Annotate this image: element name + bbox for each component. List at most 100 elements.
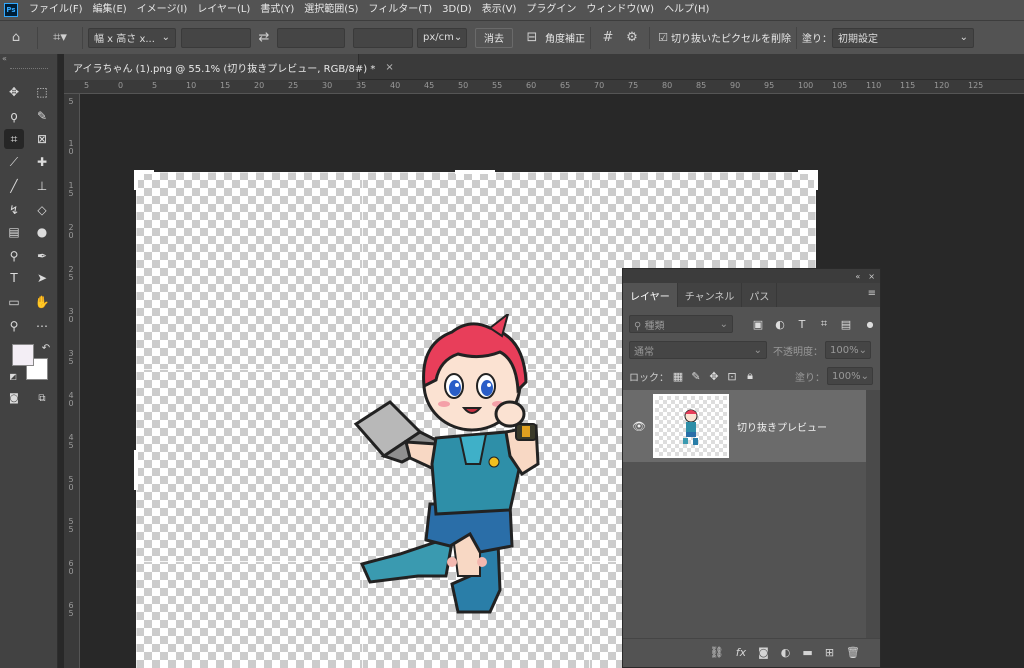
fx-icon[interactable]: fx	[736, 646, 746, 659]
menu-window[interactable]: ウィンドウ(W)	[581, 0, 659, 20]
swap-icon[interactable]: ⇄	[251, 30, 277, 45]
adjustment-filter-icon[interactable]: ◐	[771, 318, 789, 331]
swap-colors-icon[interactable]: ↶	[36, 338, 56, 358]
tab-channels[interactable]: チャンネル	[678, 283, 743, 307]
smart-object-filter-icon[interactable]: ▤	[837, 318, 855, 331]
panel-grip[interactable]	[10, 68, 48, 71]
brush-tool-icon[interactable]: ╱	[4, 176, 24, 196]
layer-kind-filter[interactable]: ⚲ 種類 ⌄	[629, 315, 733, 333]
foreground-color-swatch[interactable]	[12, 344, 34, 366]
height-input[interactable]	[277, 27, 345, 48]
ratio-select-value: 幅 x 高さ x...	[94, 34, 155, 45]
gradient-tool-icon[interactable]: ▤	[4, 222, 24, 242]
options-bar: ⌂ ⌗▾ 幅 x 高さ x... ⌄ ⇄ px/cm ⌄ 消去 ⊟ 角度補正 # ⚙…	[0, 20, 1024, 54]
clear-button[interactable]: 消去	[475, 27, 513, 48]
tab-paths[interactable]: パス	[742, 283, 778, 307]
menu-image[interactable]: イメージ(I)	[132, 0, 193, 20]
menu-filter[interactable]: フィルター(T)	[363, 0, 437, 20]
filter-toggle-icon[interactable]: ●	[861, 320, 879, 329]
eye-icon[interactable]: 👁︎	[632, 420, 646, 433]
adjustment-layer-icon[interactable]: ◐	[781, 646, 791, 659]
menu-plugins[interactable]: プラグイン	[521, 0, 581, 20]
pixel-filter-icon[interactable]: ▣	[749, 318, 767, 331]
type-filter-icon[interactable]: T	[793, 318, 811, 331]
ruler-tick-label: 125	[968, 81, 984, 90]
more-tools-icon[interactable]: ⋯	[32, 316, 52, 336]
resolution-input[interactable]	[353, 27, 413, 48]
straighten-icon[interactable]: ⊟	[519, 30, 545, 45]
eyedropper-tool-icon[interactable]: ⟋	[4, 152, 24, 172]
trash-icon[interactable]: 🗑︎	[846, 646, 860, 659]
lasso-tool-icon[interactable]: ϙ	[4, 106, 24, 126]
unit-select[interactable]: px/cm ⌄	[417, 27, 467, 48]
layer-thumbnail[interactable]	[653, 394, 729, 458]
blend-mode-select[interactable]: 通常 ⌄	[629, 341, 767, 359]
shape-filter-icon[interactable]: ⌗	[815, 317, 833, 331]
quick-select-tool-icon[interactable]: ✎	[32, 106, 52, 126]
eraser-tool-icon[interactable]: ◇	[32, 200, 52, 220]
close-icon[interactable]: ×	[868, 272, 875, 281]
quick-mask-icon[interactable]: ◙	[4, 388, 24, 408]
ruler-tick-label: 6 0	[68, 559, 74, 576]
blur-tool-icon[interactable]: ●	[32, 222, 52, 242]
menu-help[interactable]: ヘルプ(H)	[659, 0, 714, 20]
panel-menu-icon[interactable]: ≡	[868, 288, 876, 299]
fill-input[interactable]: 100% ⌄	[827, 367, 873, 385]
lock-image-icon[interactable]: ✎	[687, 370, 705, 383]
screen-mode-icon[interactable]: ⧉	[32, 388, 52, 408]
tab-layers[interactable]: レイヤー	[623, 283, 678, 307]
layers-scrollbar[interactable]	[866, 390, 880, 638]
vertical-ruler[interactable]: 5 1 0 1 5 2 0 2 5 3 0 3 5 4 0 4 5 5 0 5 5 6 0 6 5	[64, 94, 80, 668]
lock-transparency-icon[interactable]: ▦	[669, 370, 687, 383]
marquee-tool-icon[interactable]: ⬚	[32, 82, 52, 102]
width-input[interactable]	[181, 27, 251, 48]
menu-edit[interactable]: 編集(E)	[88, 0, 132, 20]
menu-file[interactable]: ファイル(F)	[24, 0, 88, 20]
ruler-tick-label: 80	[662, 81, 673, 90]
path-select-tool-icon[interactable]: ➤	[32, 268, 52, 288]
move-tool-icon[interactable]: ✥	[4, 82, 24, 102]
clone-stamp-tool-icon[interactable]: ⊥	[32, 176, 52, 196]
fill-select[interactable]: 初期設定 ⌄	[832, 27, 974, 48]
menu-select[interactable]: 選択範囲(S)	[299, 0, 363, 20]
menu-layer[interactable]: レイヤー(L)	[192, 0, 255, 20]
delete-cropped-label[interactable]: 切り抜いたピクセルを削除	[671, 30, 791, 45]
straighten-label[interactable]: 角度補正	[545, 30, 585, 45]
menu-type[interactable]: 書式(Y)	[255, 0, 299, 20]
hand-tool-icon[interactable]: ✋	[32, 292, 52, 312]
opacity-input[interactable]: 100% ⌄	[825, 341, 871, 359]
collapse-panel-icon[interactable]: «	[855, 272, 860, 281]
new-layer-icon[interactable]: ⊞	[825, 646, 834, 659]
lock-all-icon[interactable]: 🔒︎	[741, 369, 759, 383]
collapse-panel-icon[interactable]: «	[2, 54, 7, 63]
dodge-tool-icon[interactable]: ⚲	[4, 246, 24, 266]
type-tool-icon[interactable]: T	[4, 268, 24, 288]
pen-tool-icon[interactable]: ✒	[32, 246, 52, 266]
crop-tool-icon[interactable]: ⌗	[4, 129, 24, 149]
grid-overlay-icon[interactable]: #	[596, 30, 620, 45]
close-icon[interactable]: ×	[385, 62, 393, 73]
horizontal-ruler[interactable]: 5 0 5 10 15 20 25 30 35 40 45 50 55 60 65 70 75 80 85 90 95 1…	[64, 80, 1024, 94]
frame-tool-icon[interactable]: ⊠	[32, 129, 52, 149]
document-tab[interactable]: アイラちゃん (1).png @ 55.1% (切り抜きプレビュー, RGB/8…	[64, 54, 394, 80]
healing-brush-tool-icon[interactable]: ✚	[32, 152, 52, 172]
delete-cropped-checkbox[interactable]: ☑	[655, 31, 671, 44]
layer-row[interactable]: 👁︎ 切り抜きプレビュー	[623, 390, 866, 462]
ratio-select[interactable]: 幅 x 高さ x... ⌄	[88, 27, 176, 48]
crop-tool-preset-icon[interactable]: ⌗▾	[43, 30, 77, 45]
zoom-tool-icon[interactable]: ⚲	[4, 316, 24, 336]
layer-name[interactable]: 切り抜きプレビュー	[737, 419, 827, 434]
new-group-icon[interactable]: ▬	[802, 646, 812, 659]
lock-artboard-icon[interactable]: ⊡	[723, 370, 741, 383]
add-mask-icon[interactable]: ◙	[758, 646, 769, 659]
menu-view[interactable]: 表示(V)	[477, 0, 522, 20]
link-layers-icon[interactable]: ⛓	[710, 646, 724, 659]
home-icon[interactable]: ⌂	[0, 30, 32, 45]
menu-3d[interactable]: 3D(D)	[437, 0, 477, 20]
canvas-area[interactable]	[80, 94, 1024, 668]
rectangle-tool-icon[interactable]: ▭	[4, 292, 24, 312]
gear-icon[interactable]: ⚙	[620, 30, 644, 45]
history-brush-tool-icon[interactable]: ↯	[4, 200, 24, 220]
default-colors-icon[interactable]: ◩	[3, 366, 23, 386]
lock-position-icon[interactable]: ✥	[705, 370, 723, 383]
